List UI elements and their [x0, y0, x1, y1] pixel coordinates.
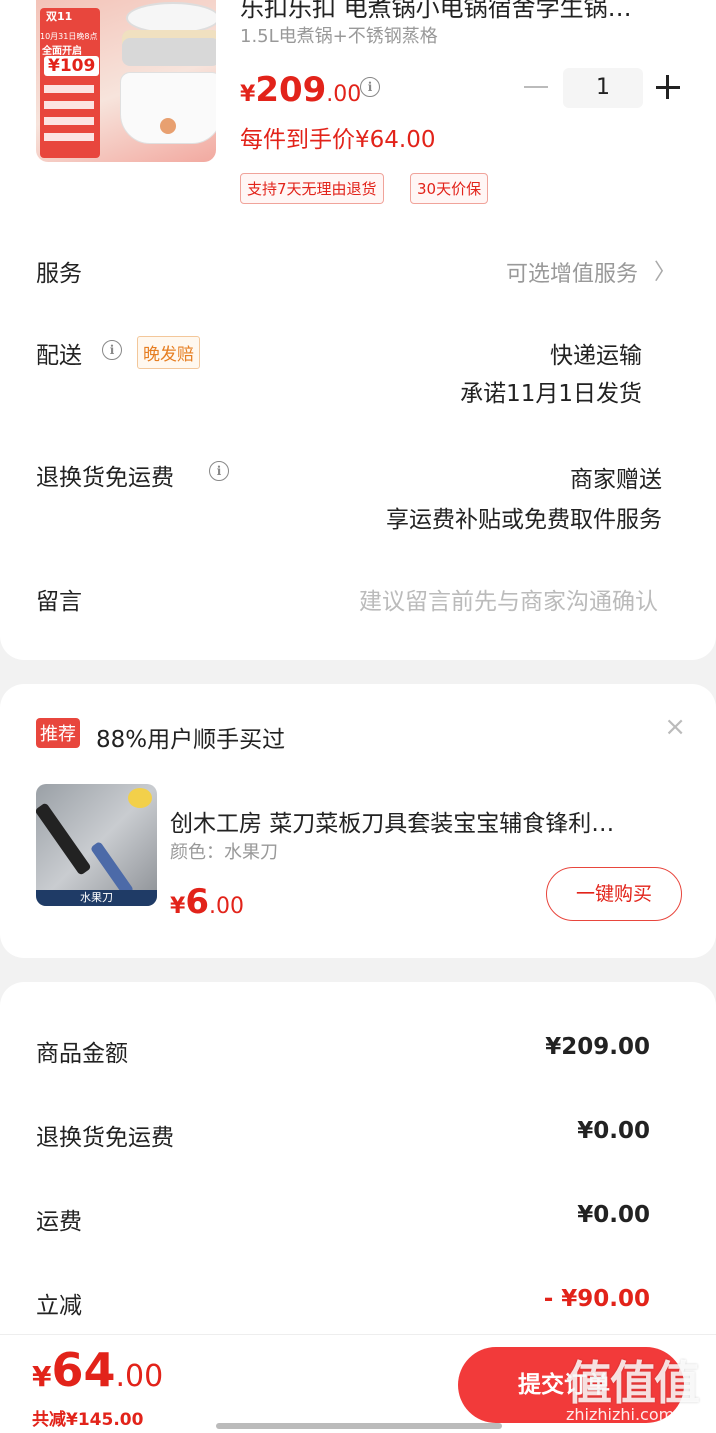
service-label: 服务 [36, 261, 82, 287]
rec-price-dec: .00 [208, 894, 244, 919]
image-caption: 水果刀 [36, 890, 157, 906]
recommend-title: 88%用户顺手买过 [96, 727, 286, 753]
promo-lines [44, 85, 94, 145]
promo-price: ¥109 [44, 56, 100, 76]
bottom-total-price[interactable]: ¥64.00 [32, 1343, 163, 1397]
message-input[interactable]: 建议留言前先与商家沟通确认 [359, 582, 658, 616]
product-spec[interactable]: 1.5L电煮锅+不锈钢蒸格 [240, 22, 438, 48]
delivery-label: 配送 [36, 343, 82, 369]
summary-label-shipping: 运费 [36, 1209, 82, 1235]
final-price: 每件到手价¥64.00 [240, 127, 436, 153]
recommend-item-price: ¥6.00 [170, 882, 244, 922]
price-int: 209 [255, 70, 327, 110]
return-shipping-value: 商家赠送 [570, 467, 662, 493]
message-label: 留言 [36, 589, 82, 615]
product-title[interactable]: 乐扣乐扣 电煮锅小电锅宿舍学生锅… [240, 0, 632, 23]
bottom-price-symbol: ¥ [32, 1360, 52, 1393]
home-indicator [216, 1423, 502, 1429]
summary-label-goods: 商品金额 [36, 1041, 128, 1067]
delivery-info-icon[interactable]: i [102, 340, 122, 360]
price-info-icon[interactable]: i [360, 77, 380, 97]
chevron-right-icon[interactable]: 〉 [654, 254, 676, 286]
rec-price-int: 6 [185, 882, 209, 922]
one-click-buy-button[interactable]: 一键购买 [546, 867, 682, 921]
recommend-badge: 推荐 [36, 718, 80, 748]
bottom-bar: ¥64.00 共减¥145.00 提交订单 值值值 zhizhizhi.com [0, 1334, 716, 1433]
delivery-promise: 承诺11月1日发货 [460, 381, 642, 407]
plus-icon-v [666, 75, 669, 99]
summary-label-return: 退换货免运费 [36, 1125, 174, 1151]
summary-value-shipping: ¥0.00 [577, 1202, 650, 1228]
pot-knob [160, 118, 176, 134]
recommend-item-title[interactable]: 创木工房 菜刀菜板刀具套装宝宝辅食锋利… [170, 804, 614, 838]
product-price: ¥209.00 [240, 70, 361, 110]
watermark-logo: 值值值 [566, 1356, 700, 1410]
tag-return: 支持7天无理由退货 [240, 173, 384, 204]
promo-sub: 10月31日晚8点 [40, 32, 98, 41]
promo-badge: 全面开启 [42, 46, 82, 57]
quantity-minus-button[interactable] [524, 86, 548, 88]
tag-price-protect: 30天价保 [410, 173, 489, 204]
delivery-method[interactable]: 快递运输 [550, 336, 642, 370]
close-icon[interactable]: × [664, 712, 686, 742]
knife-blade [36, 802, 92, 876]
lemon [128, 788, 152, 808]
steamer [122, 30, 216, 66]
quantity-input[interactable]: 1 [563, 68, 643, 108]
price-symbol: ¥ [240, 82, 256, 107]
watermark-url: zhizhizhi.com [566, 1405, 675, 1424]
quantity-plus-button[interactable] [656, 74, 680, 100]
rec-price-symbol: ¥ [170, 894, 186, 919]
summary-value-return: ¥0.00 [577, 1118, 650, 1144]
summary-value-discount[interactable]: - ¥90.00 [544, 1286, 650, 1312]
return-shipping-label: 退换货免运费 [36, 465, 174, 491]
summary-label-discount: 立减 [36, 1293, 82, 1319]
promo-title: 双11 [46, 10, 73, 23]
price-dec: .00 [326, 82, 362, 107]
bottom-price-int: 64 [51, 1343, 116, 1397]
product-image[interactable]: 双11 10月31日晚8点 全面开启 ¥109 [36, 0, 216, 162]
summary-value-goods: ¥209.00 [545, 1034, 650, 1060]
late-ship-badge: 晚发赔 [137, 336, 200, 369]
recommend-item-image[interactable]: 水果刀 [36, 784, 157, 906]
knife-handle [89, 840, 135, 898]
recommend-card: 推荐 88%用户顺手买过 × 水果刀 创木工房 菜刀菜板刀具套装宝宝辅食锋利… … [0, 684, 716, 958]
product-card: 双11 10月31日晚8点 全面开启 ¥109 乐扣乐扣 电煮锅小电锅宿舍学生锅… [0, 0, 716, 660]
service-value[interactable]: 可选增值服务 [506, 256, 638, 288]
bottom-price-dec: .00 [115, 1359, 164, 1394]
return-shipping-desc: 享运费补贴或免费取件服务 [386, 507, 662, 533]
total-discount[interactable]: 共减¥145.00 [32, 1405, 143, 1430]
return-shipping-info-icon[interactable]: i [209, 461, 229, 481]
recommend-item-spec: 颜色：水果刀 [170, 842, 278, 863]
